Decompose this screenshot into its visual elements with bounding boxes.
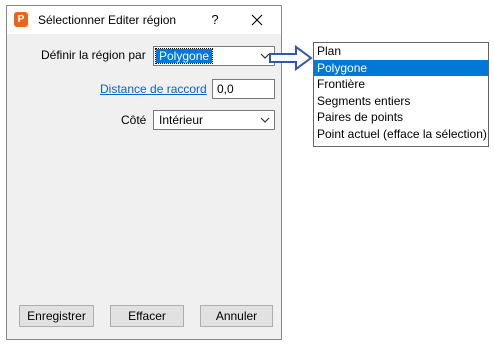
cancel-button[interactable]: Annuler [200, 305, 273, 327]
dropdown-option-plan[interactable]: Plan [314, 43, 488, 60]
chevron-down-icon [260, 117, 270, 123]
distance-input[interactable]: 0,0 [212, 79, 275, 99]
dialog-title: Sélectionner Editer région [38, 13, 177, 27]
arrow-right-icon [269, 45, 313, 71]
distance-link[interactable]: Distance de raccord [100, 82, 207, 96]
select-edit-region-dialog: P Sélectionner Editer région ? Définir l… [6, 5, 282, 340]
side-label: Côté [121, 113, 147, 127]
side-combo-value: Intérieur [159, 113, 204, 127]
region-combo[interactable]: Polygone [153, 46, 275, 66]
dropdown-option-segments-entiers[interactable]: Segments entiers [314, 93, 488, 110]
save-button[interactable]: Enregistrer [19, 305, 94, 327]
help-button[interactable]: ? [208, 12, 222, 28]
dropdown-option-frontiere[interactable]: Frontière [314, 76, 488, 93]
dropdown-option-paires-de-points[interactable]: Paires de points [314, 109, 488, 126]
close-icon [251, 14, 263, 26]
side-combo[interactable]: Intérieur [153, 110, 275, 130]
dropdown-option-point-actuel[interactable]: Point actuel (efface la sélection) [314, 126, 488, 143]
title-bar[interactable]: P Sélectionner Editer région ? [7, 6, 281, 34]
app-icon: P [14, 12, 28, 27]
region-dropdown-list[interactable]: Plan Polygone Frontière Segments entiers… [313, 42, 489, 147]
region-label: Définir la région par [41, 48, 146, 62]
clear-button[interactable]: Effacer [110, 305, 184, 327]
close-button[interactable] [247, 10, 267, 30]
dropdown-option-polygone[interactable]: Polygone [314, 59, 488, 76]
region-combo-value: Polygone [154, 48, 214, 64]
